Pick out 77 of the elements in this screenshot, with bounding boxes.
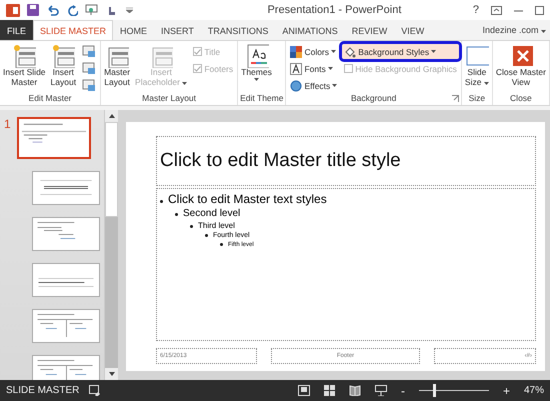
slide-thumbnail[interactable]: [32, 355, 100, 380]
scrollbar[interactable]: [104, 110, 118, 380]
ribbon-button[interactable]: Insert Layout: [50, 43, 78, 89]
effects-icon: [290, 80, 302, 92]
layout-tool-icon[interactable]: [82, 79, 96, 92]
maximize-icon[interactable]: [535, 6, 544, 14]
ribbon-button[interactable]: Effects: [288, 78, 340, 93]
group-label: Size: [468, 93, 486, 103]
presentation-icon[interactable]: [374, 385, 387, 396]
slide-thumbnail[interactable]: [32, 263, 100, 297]
layout-tool-icon[interactable]: [82, 62, 96, 75]
layout-icon: [51, 44, 76, 68]
ribbon-button[interactable]: Master Layout: [103, 43, 132, 89]
group-label: Edit Master: [28, 93, 72, 103]
bullet-icon: [175, 213, 178, 216]
undo-icon[interactable]: [46, 4, 59, 16]
zoom-in-button[interactable]: +: [502, 384, 510, 398]
zoom-slider-thumb[interactable]: [433, 384, 436, 397]
reading-view-icon[interactable]: [348, 385, 361, 396]
body-text[interactable]: Click to edit Master text styles: [168, 191, 327, 208]
notes-icon[interactable]: [89, 385, 102, 396]
ribbon-tab[interactable]: INSERT: [154, 20, 201, 40]
account-name[interactable]: Indezine .com: [482, 25, 550, 35]
redo-icon[interactable]: [66, 4, 78, 16]
caret-icon: [541, 30, 546, 33]
zoom-percent[interactable]: 47%: [524, 385, 544, 396]
slide-number: 1: [4, 117, 12, 131]
layout-tool-icon[interactable]: [82, 45, 96, 58]
ribbon-tab[interactable]: SLIDE MASTER: [33, 20, 114, 40]
help-button[interactable]: ?: [472, 4, 479, 16]
ribbon-button[interactable]: Fonts: [288, 61, 340, 76]
ribbon-tab[interactable]: REVIEW: [344, 20, 394, 40]
ribbon-button[interactable]: Themes: [240, 43, 273, 82]
ribbon-tab[interactable]: HOME: [113, 20, 154, 40]
title-placeholder[interactable]: Click to edit Master title style: [156, 136, 536, 186]
group-label: Close: [510, 93, 532, 103]
body-text[interactable]: Third level: [198, 220, 235, 232]
check-icon: [194, 66, 202, 72]
bullet-icon: [220, 242, 223, 246]
slide-thumbnail[interactable]: [32, 217, 100, 251]
check-icon: [194, 48, 202, 54]
group-label: Edit Theme: [240, 93, 284, 103]
ribbon-button[interactable]: Colors: [288, 44, 340, 59]
window-title: Presentation1 - PowerPoint: [266, 4, 402, 16]
body-text[interactable]: Second level: [183, 207, 240, 221]
ribbon-button[interactable]: Insert Slide Master: [2, 43, 47, 89]
ribbon-button[interactable]: Background Styles: [342, 44, 459, 59]
bullet-icon: [160, 200, 163, 203]
grid-view-icon[interactable]: [324, 385, 335, 396]
ribbon-display-icon[interactable]: [491, 6, 502, 14]
slide-thumbnail[interactable]: [17, 117, 91, 159]
save-icon[interactable]: [27, 4, 39, 16]
font-icon: [290, 62, 302, 74]
ribbon-tab[interactable]: TRANSITIONS: [200, 20, 276, 40]
ribbon-button[interactable]: Slide Size: [464, 43, 490, 89]
bullet-icon: [190, 224, 193, 228]
themes-icon: [244, 44, 268, 68]
slide-size-icon: [464, 44, 489, 68]
status-view-label: SLIDE MASTER: [6, 385, 80, 396]
slideshow-icon[interactable]: [85, 4, 98, 16]
ribbon-tab[interactable]: ANIMATIONS: [275, 20, 345, 40]
bullet-icon: [205, 234, 208, 238]
ribbon-button[interactable]: Close Master View: [494, 43, 547, 89]
paint-bucket-icon: [344, 46, 356, 58]
group-label: Master Layout: [142, 93, 196, 103]
layout-icon: [12, 44, 36, 68]
zoom-out-button[interactable]: -: [400, 384, 405, 398]
group-label: Background: [350, 93, 396, 103]
customize-icon[interactable]: [126, 7, 133, 13]
ribbon-tab[interactable]: FILE: [0, 20, 34, 40]
dialog-launcher-icon[interactable]: [452, 95, 459, 102]
normal-view-icon[interactable]: [298, 385, 310, 396]
ribbon-tab[interactable]: VIEW: [394, 20, 432, 40]
slide-thumbnail[interactable]: [32, 171, 100, 205]
slide-thumbnail[interactable]: [32, 309, 100, 343]
powerpoint-logo-icon: [6, 4, 20, 16]
color-swatch-icon: [290, 46, 302, 58]
